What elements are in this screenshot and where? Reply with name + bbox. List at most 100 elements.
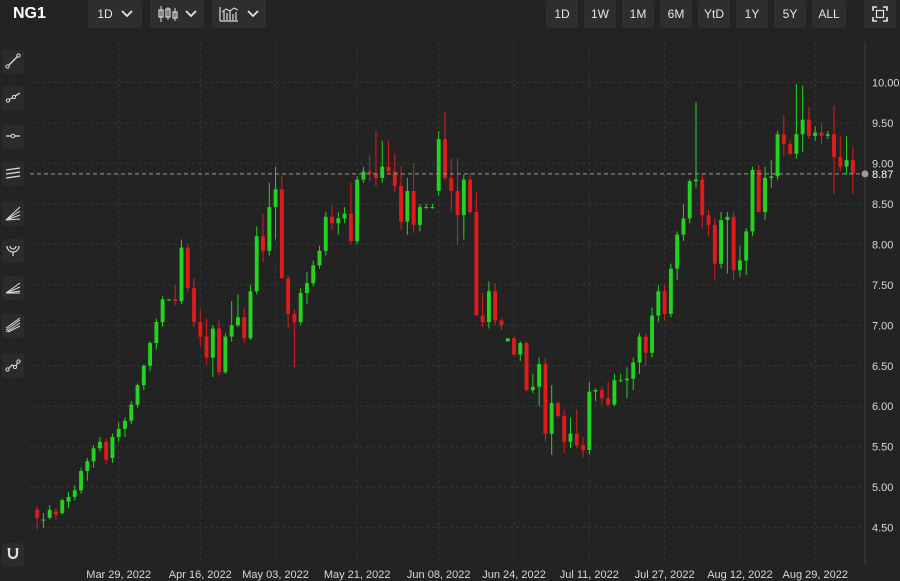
x-tick-label: Apr 16, 2022 bbox=[169, 569, 232, 581]
candle-body bbox=[499, 320, 504, 326]
candle-body bbox=[606, 398, 611, 405]
candles bbox=[35, 84, 855, 530]
candle-body bbox=[380, 166, 385, 178]
candle-body bbox=[449, 177, 454, 191]
candle-body bbox=[794, 134, 799, 154]
candle-body bbox=[54, 511, 58, 515]
y-tick-label: 6.00 bbox=[872, 401, 893, 413]
candle-body bbox=[687, 181, 692, 219]
candle-body bbox=[160, 299, 165, 323]
candle-body bbox=[292, 313, 297, 323]
y-axis: 10.009.509.008.508.007.507.006.506.005.5… bbox=[872, 77, 900, 534]
candle-body bbox=[123, 420, 127, 429]
candle-body bbox=[72, 490, 77, 497]
candle-body bbox=[330, 216, 334, 224]
candle-body bbox=[781, 134, 786, 144]
candle-body bbox=[261, 236, 265, 251]
candle-body bbox=[562, 415, 567, 442]
candle-body bbox=[581, 445, 585, 450]
candle-body bbox=[424, 207, 429, 209]
candle-body bbox=[486, 291, 491, 323]
candle-body bbox=[612, 380, 617, 405]
grid bbox=[30, 42, 866, 565]
candle-body bbox=[348, 213, 353, 242]
candle-body bbox=[587, 391, 592, 450]
candle-body bbox=[443, 139, 447, 178]
candle-body bbox=[744, 231, 749, 261]
candle-body bbox=[336, 218, 341, 224]
x-tick-label: May 03, 2022 bbox=[242, 569, 309, 581]
candle-body bbox=[700, 179, 705, 216]
candle-body bbox=[166, 299, 171, 301]
candle-body bbox=[712, 224, 717, 264]
candle-body bbox=[229, 325, 234, 337]
y-tick-label: 6.50 bbox=[872, 361, 893, 373]
candle-body bbox=[311, 265, 316, 284]
candle-body bbox=[556, 402, 560, 416]
x-tick-label: Jul 11, 2022 bbox=[560, 569, 619, 581]
candle-body bbox=[342, 213, 347, 219]
candle-body bbox=[85, 461, 90, 471]
x-tick-label: Mar 29, 2022 bbox=[86, 569, 151, 581]
candle-body bbox=[411, 190, 416, 225]
candle-body bbox=[436, 139, 441, 191]
candle-body bbox=[825, 134, 830, 136]
candle-body bbox=[323, 216, 328, 251]
candle-body bbox=[248, 291, 253, 339]
y-tick-label: 4.50 bbox=[872, 523, 893, 535]
candle-body bbox=[737, 260, 742, 271]
y-tick-label: 7.50 bbox=[872, 280, 893, 292]
candle-body bbox=[97, 441, 102, 449]
candle-body bbox=[838, 156, 843, 167]
candle-body bbox=[813, 132, 818, 136]
candle-body bbox=[775, 134, 780, 177]
candle-body bbox=[656, 291, 661, 316]
candle-body bbox=[35, 509, 40, 518]
current-price-label: 8.87 bbox=[872, 169, 893, 181]
candle-body bbox=[593, 390, 598, 392]
candle-body bbox=[210, 328, 215, 358]
candle-body bbox=[537, 364, 542, 387]
candle-body bbox=[361, 171, 366, 180]
candle-body bbox=[286, 278, 291, 314]
candle-body bbox=[179, 247, 184, 301]
x-tick-label: Aug 29, 2022 bbox=[782, 569, 847, 581]
candle-body bbox=[135, 385, 140, 405]
y-tick-label: 8.00 bbox=[872, 239, 893, 251]
candle-body bbox=[806, 119, 811, 136]
candle-body bbox=[800, 119, 805, 135]
y-tick-label: 5.50 bbox=[872, 442, 893, 454]
candle-body bbox=[518, 343, 523, 355]
candle-body bbox=[681, 218, 686, 235]
candle-body bbox=[543, 364, 548, 434]
candle-body bbox=[844, 160, 849, 167]
candle-body bbox=[60, 500, 65, 514]
candle-body bbox=[154, 322, 159, 344]
candle-body bbox=[279, 189, 284, 279]
candle-body bbox=[66, 496, 71, 502]
x-tick-label: Jun 08, 2022 bbox=[407, 569, 471, 581]
candlestick-chart[interactable]: 10.009.509.008.508.007.507.006.506.005.5… bbox=[0, 0, 900, 581]
candle-body bbox=[91, 448, 96, 462]
candle-body bbox=[769, 176, 774, 178]
candle-body bbox=[267, 207, 272, 251]
candle-body bbox=[668, 268, 673, 314]
x-tick-label: Jun 24, 2022 bbox=[482, 569, 546, 581]
candle-body bbox=[235, 317, 240, 326]
candle-body bbox=[725, 216, 730, 221]
candle-body bbox=[468, 179, 473, 212]
candle-body bbox=[405, 190, 410, 222]
candle-body bbox=[731, 216, 736, 271]
candle-body bbox=[223, 336, 228, 373]
candle-body bbox=[512, 338, 516, 355]
candle-body bbox=[185, 247, 190, 289]
candle-body bbox=[706, 215, 711, 225]
candle-body bbox=[217, 328, 222, 373]
candle-body bbox=[662, 291, 667, 314]
x-tick-label: Aug 12, 2022 bbox=[707, 569, 772, 581]
y-tick-label: 9.50 bbox=[872, 118, 893, 130]
candle-body bbox=[637, 336, 642, 363]
candle-body bbox=[719, 220, 724, 264]
candle-body bbox=[79, 470, 84, 491]
candle-body bbox=[675, 234, 680, 269]
